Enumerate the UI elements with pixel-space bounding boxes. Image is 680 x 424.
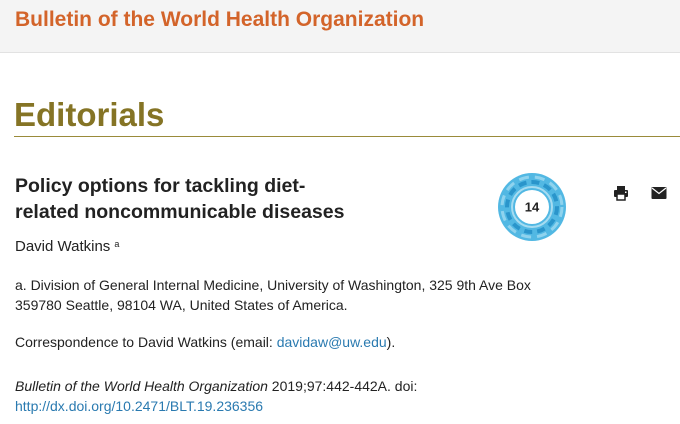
doi-link[interactable]: http://dx.doi.org/10.2471/BLT.19.236356 xyxy=(15,398,263,414)
article-title: Policy options for tackling diet- relate… xyxy=(15,173,385,225)
author-affiliation: a. Division of General Internal Medicine… xyxy=(15,277,531,313)
print-button[interactable] xyxy=(613,185,629,201)
altmetric-donut-icon: 14 xyxy=(498,173,566,241)
section-divider xyxy=(14,136,680,137)
correspondence-suffix: ). xyxy=(386,334,396,350)
article-title-line-1: Policy options for tackling diet- xyxy=(15,175,306,197)
correspondence-line: Correspondence to David Watkins (email: … xyxy=(15,334,395,350)
correspondence-prefix: Correspondence to David Watkins (email: xyxy=(15,334,277,350)
site-header: Bulletin of the World Health Organizatio… xyxy=(0,0,680,53)
journal-title-link[interactable]: Bulletin of the World Health Organizatio… xyxy=(15,8,424,32)
email-button[interactable] xyxy=(651,186,667,200)
author-name: David Watkins xyxy=(15,238,111,255)
citation-journal: Bulletin of the World Health Organizatio… xyxy=(15,378,268,394)
envelope-icon xyxy=(651,187,667,199)
article-title-line-2: related noncommunicable diseases xyxy=(15,201,345,223)
altmetric-badge[interactable]: 14 xyxy=(496,171,568,243)
author-line: David Watkins a xyxy=(15,238,119,255)
author-affiliation-marker[interactable]: a xyxy=(114,239,119,249)
printer-icon xyxy=(614,186,628,201)
citation: Bulletin of the World Health Organizatio… xyxy=(15,376,535,416)
citation-details: 2019;97:442-442A. doi: xyxy=(267,378,418,394)
correspondence-email-link[interactable]: davidaw@uw.edu xyxy=(277,334,387,350)
altmetric-score: 14 xyxy=(525,200,540,215)
section-heading: Editorials xyxy=(14,96,165,133)
